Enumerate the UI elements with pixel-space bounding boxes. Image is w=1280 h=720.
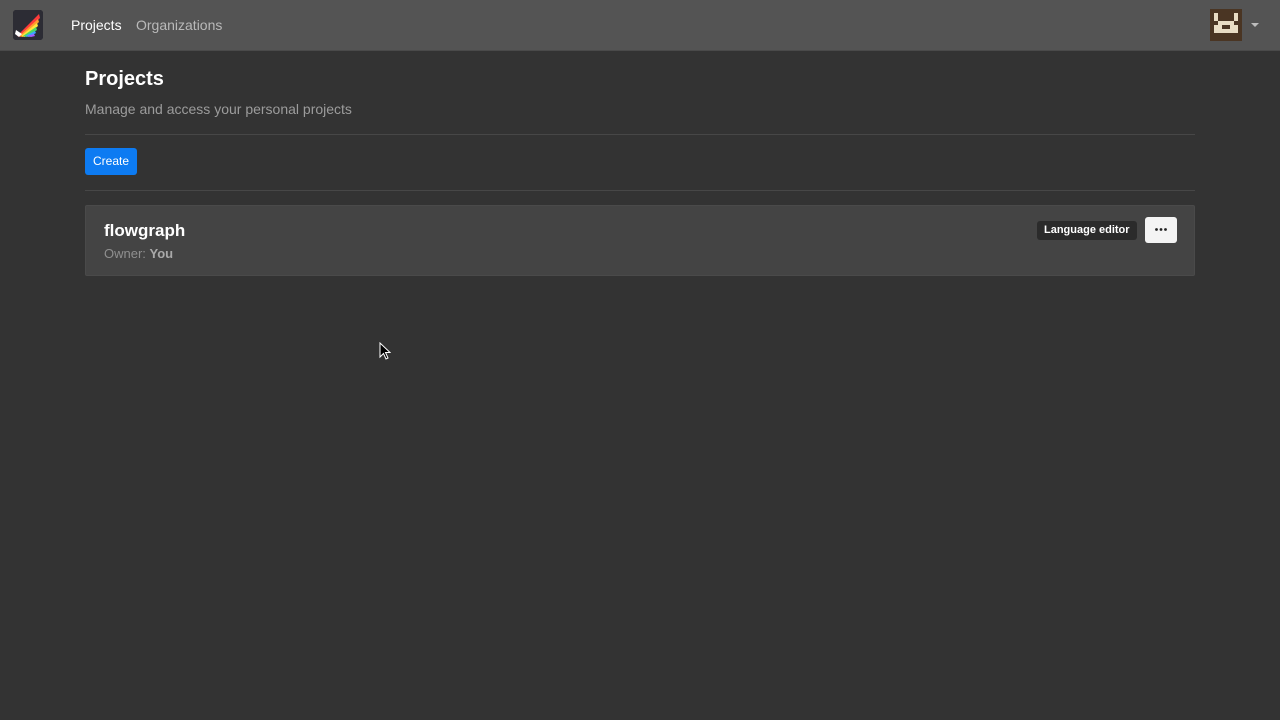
pixel-avatar-icon[interactable] xyxy=(1210,9,1242,41)
mouse-cursor-icon xyxy=(379,342,391,360)
create-button[interactable]: Create xyxy=(85,148,137,175)
language-editor-badge: Language editor xyxy=(1037,221,1137,240)
owner-label: Owner: xyxy=(104,246,146,261)
top-navbar: Projects Organizations xyxy=(0,0,1280,51)
page-title: Projects xyxy=(85,68,164,90)
caret-down-icon[interactable] xyxy=(1251,23,1259,27)
project-name-link[interactable]: flowgraph xyxy=(104,221,185,241)
divider xyxy=(85,190,1195,191)
divider xyxy=(85,134,1195,135)
page-subtitle: Manage and access your personal projects xyxy=(85,101,352,117)
nav-organizations-link[interactable]: Organizations xyxy=(136,17,222,33)
ellipsis-icon xyxy=(1155,228,1167,231)
rainbow-logo-icon[interactable] xyxy=(13,10,43,40)
owner-value: You xyxy=(149,246,174,261)
project-more-button[interactable] xyxy=(1145,217,1177,243)
project-card: flowgraph Owner: You Language editor xyxy=(85,205,1195,276)
nav-projects-link[interactable]: Projects xyxy=(71,17,122,33)
project-owner: Owner: You xyxy=(104,246,173,262)
